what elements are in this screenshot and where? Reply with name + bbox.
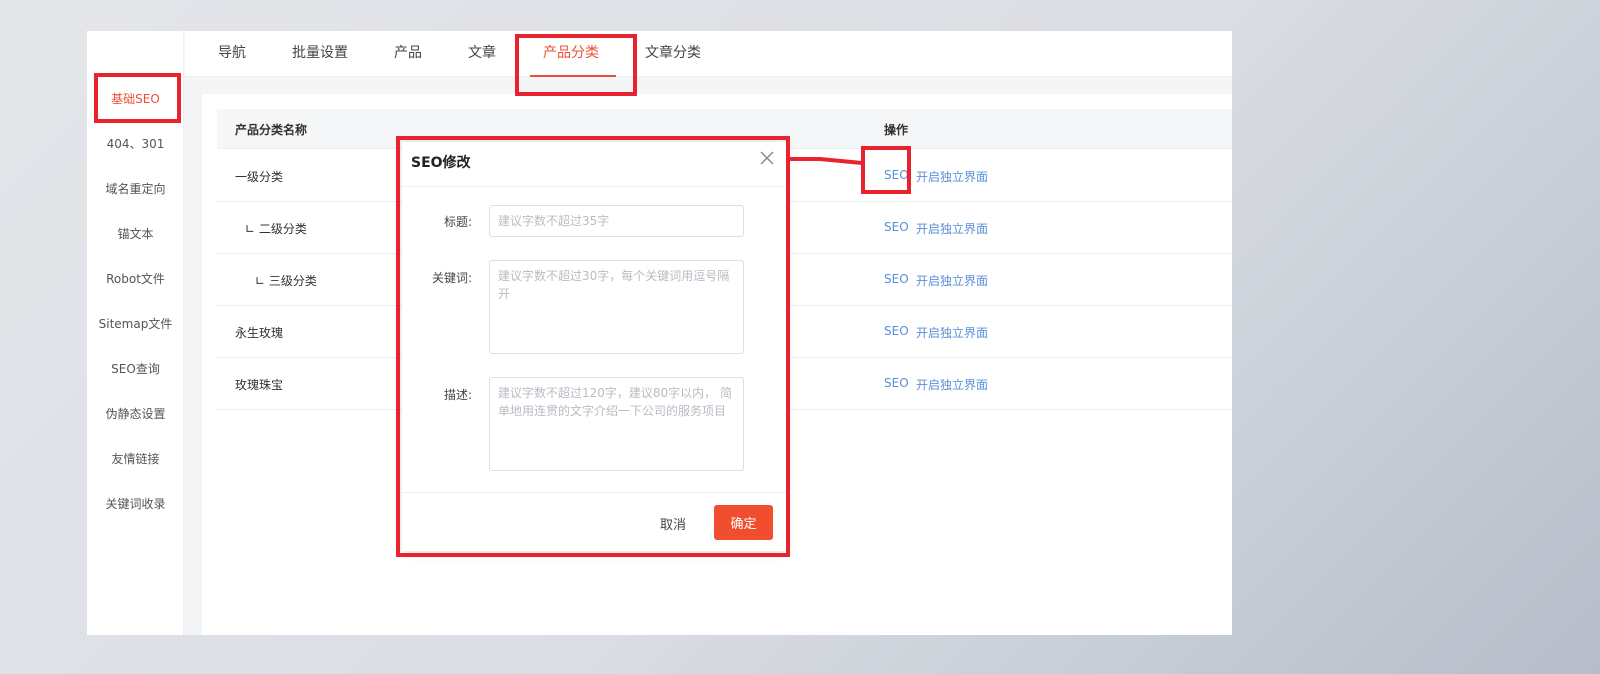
tab-product-categories[interactable]: 产品分类 — [543, 44, 599, 62]
tab-batch-settings[interactable]: 批量设置 — [292, 44, 348, 62]
sidebar-item-anchor-text[interactable]: 锚文本 — [87, 226, 184, 242]
cancel-button[interactable]: 取消 — [660, 514, 686, 533]
open-standalone-page-link[interactable]: 开启独立界面 — [916, 168, 988, 185]
sidebar-item-robot-file[interactable]: Robot文件 — [87, 271, 184, 287]
sidebar-item-seo-query[interactable]: SEO查询 — [87, 361, 184, 377]
seo-link[interactable]: SEO — [884, 272, 909, 286]
sidebar: 基础SEO 404、301 域名重定向 锚文本 Robot文件 Sitemap文… — [87, 31, 184, 635]
category-name: ∟ 三级分类 — [255, 274, 317, 288]
seo-link[interactable]: SEO — [884, 168, 909, 182]
sidebar-item-friend-links[interactable]: 友情链接 — [87, 451, 184, 467]
seo-link[interactable]: SEO — [884, 376, 909, 390]
seo-edit-modal: SEO修改 标题: 关键词: 描述: 取消 确定 — [402, 142, 786, 551]
keywords-label: 关键词: — [431, 271, 472, 285]
category-name: 玫瑰珠宝 — [235, 378, 284, 392]
modal-footer-divider — [402, 492, 786, 493]
modal-header-divider — [402, 186, 786, 187]
tab-bar: 导航 批量设置 产品 文章 产品分类 文章分类 — [185, 31, 1232, 77]
description-label: 描述: — [443, 388, 472, 402]
title-label: 标题: — [443, 215, 472, 229]
sidebar-item-404-301[interactable]: 404、301 — [87, 136, 184, 152]
open-standalone-page-link[interactable]: 开启独立界面 — [916, 324, 988, 341]
category-name: 永生玫瑰 — [235, 326, 284, 340]
active-tab-indicator — [530, 75, 616, 77]
tab-navigation[interactable]: 导航 — [218, 44, 246, 62]
tab-article-categories[interactable]: 文章分类 — [645, 44, 701, 62]
sidebar-item-domain-redirect[interactable]: 域名重定向 — [87, 181, 184, 197]
sidebar-item-pseudo-static[interactable]: 伪静态设置 — [87, 406, 184, 422]
seo-keywords-textarea[interactable] — [489, 260, 744, 354]
category-name: ∟ 二级分类 — [245, 222, 307, 236]
column-header-name: 产品分类名称 — [235, 123, 308, 137]
annotation-connector-line — [786, 157, 863, 165]
tab-articles[interactable]: 文章 — [468, 44, 496, 62]
tab-products[interactable]: 产品 — [394, 44, 422, 62]
close-icon[interactable] — [758, 149, 776, 167]
open-standalone-page-link[interactable]: 开启独立界面 — [916, 272, 988, 289]
seo-description-textarea[interactable] — [489, 377, 744, 471]
seo-link[interactable]: SEO — [884, 324, 909, 338]
modal-title: SEO修改 — [411, 155, 471, 171]
column-header-action: 操作 — [884, 123, 909, 137]
seo-title-input[interactable] — [489, 205, 744, 237]
category-name: 一级分类 — [235, 170, 284, 184]
open-standalone-page-link[interactable]: 开启独立界面 — [916, 376, 988, 393]
confirm-button[interactable]: 确定 — [714, 505, 773, 540]
seo-link[interactable]: SEO — [884, 220, 909, 234]
sidebar-item-sitemap-file[interactable]: Sitemap文件 — [87, 316, 184, 332]
open-standalone-page-link[interactable]: 开启独立界面 — [916, 220, 988, 237]
sidebar-item-keyword-index[interactable]: 关键词收录 — [87, 496, 184, 512]
sidebar-item-basic-seo[interactable]: 基础SEO — [87, 91, 184, 107]
